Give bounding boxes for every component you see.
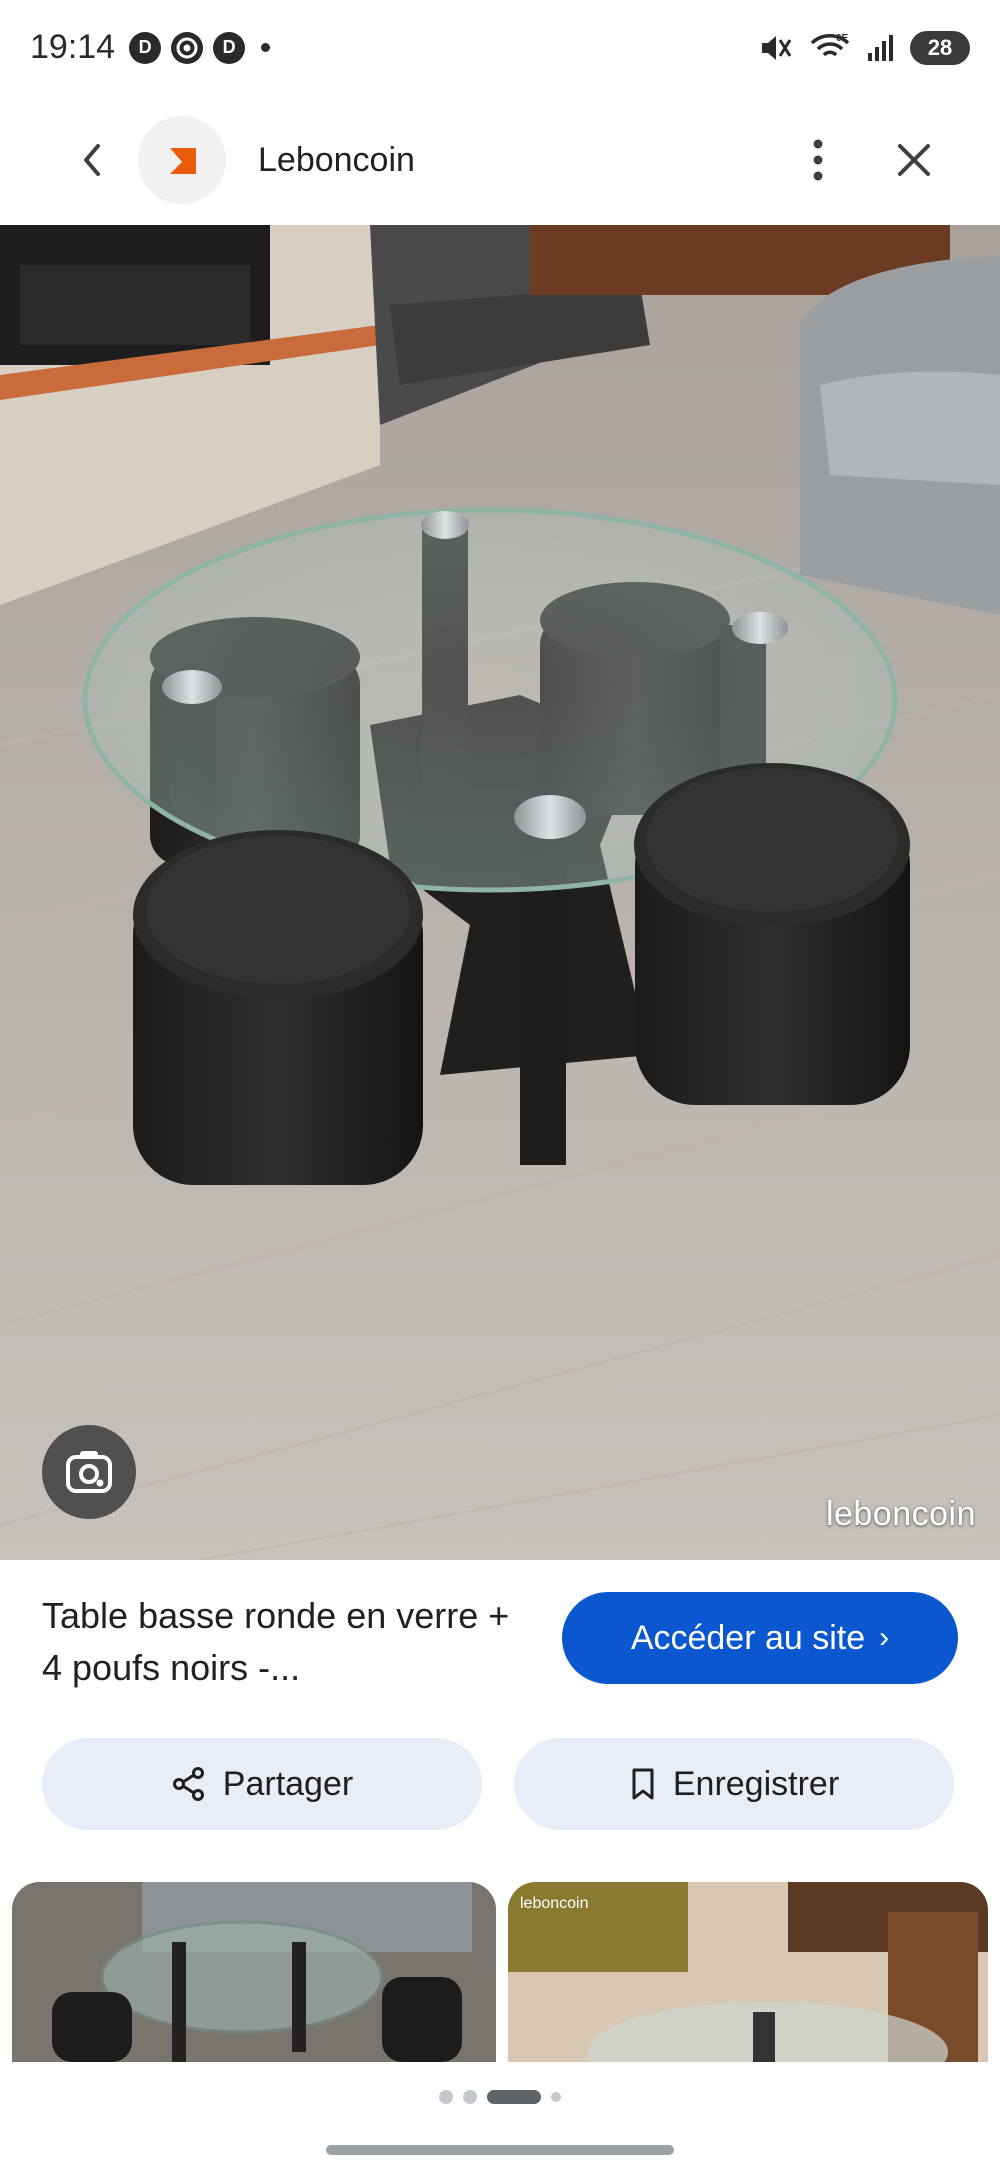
related-photo-room: leboncoin (508, 1882, 988, 2062)
battery-indicator: 28 (910, 30, 970, 65)
back-button[interactable] (52, 120, 132, 200)
close-button[interactable] (874, 120, 954, 200)
share-button[interactable]: Partager (42, 1738, 482, 1830)
result-title[interactable]: Table basse ronde en verre + 4 poufs noi… (42, 1590, 522, 1694)
chevron-left-icon (84, 144, 100, 176)
svg-text:6E: 6E (836, 33, 849, 44)
pager-dot (551, 2092, 561, 2102)
notification-app-icon: D (129, 31, 162, 64)
result-info: Table basse ronde en verre + 4 poufs noi… (0, 1560, 1000, 1710)
signal-icon (866, 32, 896, 64)
more-options-button[interactable] (788, 120, 848, 200)
image-watermark: leboncoin (825, 1495, 976, 1533)
more-vert-icon (813, 139, 823, 181)
viewer-app-bar: Leboncoin (0, 110, 1000, 210)
pager-dot (463, 2090, 477, 2104)
action-buttons: Partager Enregistrer (0, 1738, 1000, 1830)
wifi-icon: 6E (808, 32, 852, 64)
bookmark-icon (632, 1768, 654, 1800)
site-name[interactable]: Leboncoin (258, 141, 415, 180)
gesture-nav-bar[interactable] (326, 2145, 674, 2155)
pager-dot (439, 2090, 453, 2104)
product-image[interactable] (0, 225, 1000, 1560)
leboncoin-logo-icon (170, 148, 196, 174)
share-label: Partager (222, 1764, 354, 1803)
more-notifications-dot (261, 43, 271, 52)
chrome-icon (171, 31, 204, 64)
coffee-table-photo (0, 225, 1000, 1560)
google-lens-button[interactable] (42, 1425, 136, 1519)
pager-dot-active (487, 2090, 541, 2104)
related-image-thumbnail[interactable]: leboncoin (508, 1882, 988, 2062)
lens-icon (66, 1451, 112, 1493)
svg-text:leboncoin: leboncoin (520, 1895, 589, 1912)
chevron-right-icon: › (879, 1621, 890, 1654)
related-image-thumbnail[interactable] (12, 1882, 496, 2062)
save-label: Enregistrer (672, 1764, 840, 1803)
status-time: 19:14 (30, 28, 116, 66)
close-icon (898, 144, 930, 176)
status-bar: 19:14 D D 6E 28 (0, 0, 1000, 95)
share-icon (172, 1767, 204, 1801)
site-favicon (138, 116, 226, 204)
notification-app-icon: D (213, 31, 246, 64)
save-button[interactable]: Enregistrer (514, 1738, 954, 1830)
mute-icon (758, 32, 794, 64)
carousel-pager (0, 2090, 1000, 2104)
related-images: leboncoin (0, 1882, 1000, 2062)
related-photo-glass-table (12, 1882, 496, 2062)
visit-site-button[interactable]: Accéder au site › (562, 1592, 958, 1684)
visit-site-label: Accéder au site (630, 1618, 866, 1657)
status-app-icons: D D (129, 31, 271, 64)
